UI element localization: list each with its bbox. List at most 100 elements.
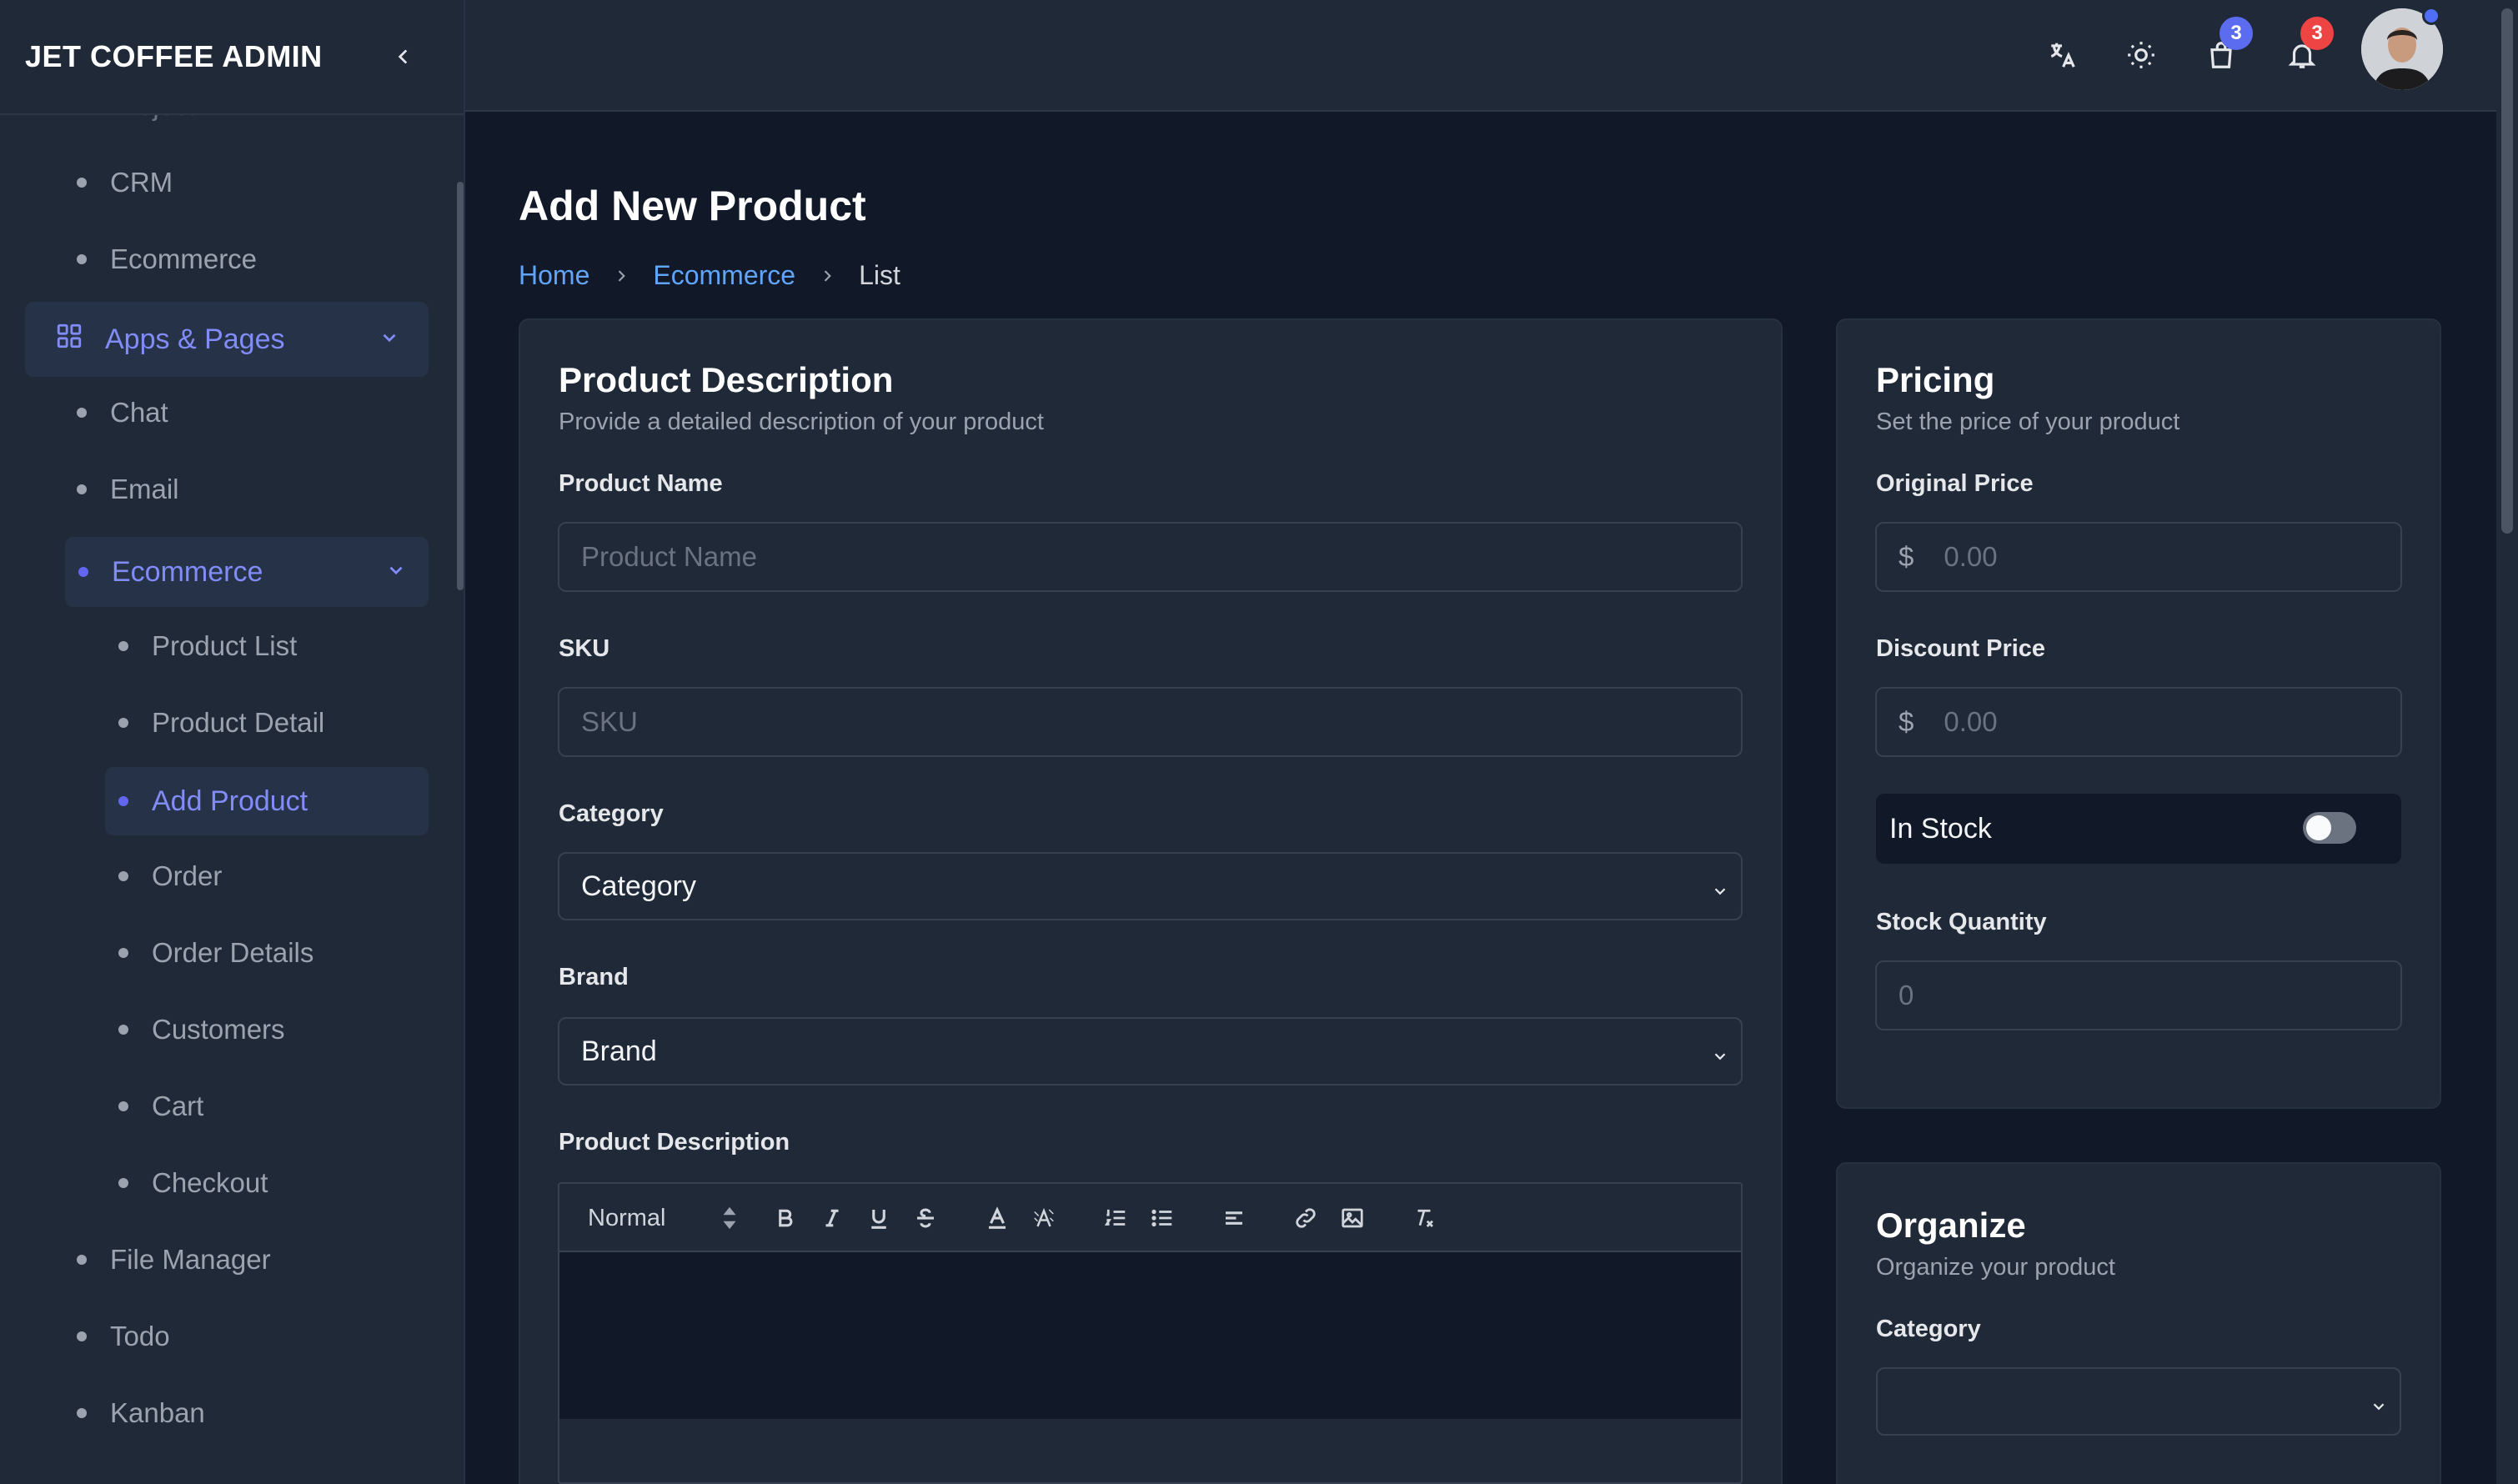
sidebar-item-label: Chat [110, 397, 168, 428]
bullet-icon [118, 1101, 128, 1111]
sidebar-item-todo[interactable]: Todo [77, 1321, 170, 1352]
sidebar-item-checkout[interactable]: Checkout [118, 1167, 268, 1199]
align-left-icon [1226, 1211, 1242, 1225]
text-color-button[interactable] [981, 1202, 1013, 1234]
sidebar-item-cart[interactable]: Cart [118, 1090, 203, 1122]
sidebar-item-label: Add Product [152, 785, 308, 817]
chevron-left-icon [398, 49, 408, 64]
clear-formatting-button[interactable] [1408, 1202, 1440, 1234]
align-button[interactable] [1218, 1202, 1250, 1234]
sidebar-item-order[interactable]: Order [118, 860, 222, 892]
sidebar-item-label: Cart [152, 1090, 204, 1121]
sidebar-item-label: Product Detail [152, 707, 325, 738]
sidebar-item-add-product[interactable]: Add Product [105, 767, 429, 835]
highlight-icon [1034, 1207, 1054, 1227]
topbar [465, 0, 2496, 112]
card-title: Organize [1876, 1206, 2026, 1245]
up-down-arrows-icon [721, 1206, 738, 1237]
sidebar-scrollbar[interactable] [457, 182, 464, 590]
card-subtitle: Provide a detailed description of your p… [559, 409, 1044, 435]
stock-quantity-input[interactable]: 0 [1875, 960, 2402, 1030]
bullet-icon [78, 567, 88, 577]
sidebar-item-label: Kanban [110, 1397, 205, 1428]
clear-format-icon [1417, 1209, 1433, 1227]
organize-category-select[interactable] [1876, 1367, 2401, 1436]
card-title: Pricing [1876, 360, 1995, 399]
in-stock-label: In Stock [1889, 812, 1992, 845]
page-scrollbar[interactable] [2501, 8, 2513, 534]
sidebar-item-product-list[interactable]: Product List [118, 630, 297, 662]
bold-button[interactable] [770, 1202, 801, 1234]
notification-badge: 3 [2300, 17, 2334, 50]
sidebar-item-product-detail[interactable]: Product Detail [118, 707, 324, 739]
bullet-list-button[interactable] [1146, 1202, 1178, 1234]
in-stock-toggle[interactable] [2303, 812, 2356, 844]
sidebar-item-ecommerce[interactable]: Ecommerce [65, 537, 429, 607]
strikethrough-button[interactable] [910, 1202, 941, 1234]
sidebar-item-kanban[interactable]: Kanban [77, 1397, 205, 1429]
translate-button[interactable] [2039, 32, 2085, 78]
underline-button[interactable] [863, 1202, 895, 1234]
bullet-icon [77, 1255, 87, 1265]
sku-input[interactable]: SKU [558, 687, 1743, 757]
sidebar-item-label: Customers [152, 1014, 285, 1045]
notifications-button[interactable]: 3 [2279, 17, 2334, 78]
category-label: Category [559, 800, 664, 827]
theme-toggle-button[interactable] [2118, 32, 2164, 78]
sidebar-item-customers[interactable]: Customers [118, 1014, 285, 1045]
background-color-button[interactable] [1028, 1202, 1060, 1234]
ordered-list-button[interactable] [1100, 1202, 1131, 1234]
breadcrumb-home-link[interactable]: Home [519, 260, 589, 291]
product-name-input[interactable]: Product Name [558, 522, 1743, 592]
input-placeholder: Product Name [581, 541, 757, 572]
select-value: Brand [581, 1035, 657, 1067]
editor-toolbar: Normal [559, 1184, 1741, 1252]
input-placeholder: 0.00 [1944, 706, 1998, 737]
image-button[interactable] [1337, 1202, 1368, 1234]
underline-icon [871, 1210, 886, 1229]
bullet-icon [77, 178, 87, 188]
sidebar-item-crm[interactable]: CRM [77, 167, 173, 198]
category-select[interactable]: Category [558, 852, 1743, 920]
sidebar-group-apps-pages[interactable]: Apps & Pages [25, 302, 429, 377]
text-size-select[interactable]: Normal [588, 1199, 738, 1237]
discount-price-input[interactable]: $ 0.00 [1875, 687, 2402, 757]
text-color-icon [989, 1206, 1006, 1229]
sidebar-item-label: Order Details [152, 937, 314, 968]
sidebar-group-label: Apps & Pages [105, 323, 285, 355]
collapse-sidebar-button[interactable] [387, 40, 420, 73]
original-price-input[interactable]: $ 0.00 [1875, 522, 2402, 592]
bullet-icon [77, 408, 87, 418]
chevron-right-icon [819, 268, 835, 284]
apps-grid-icon [55, 322, 83, 358]
input-placeholder: 0.00 [1944, 541, 1998, 572]
input-placeholder: 0 [1899, 980, 1914, 1010]
bullet-icon [118, 871, 128, 881]
organize-category-label: Category [1876, 1316, 1981, 1342]
input-placeholder: SKU [581, 706, 638, 737]
sidebar-item-file-manager[interactable]: File Manager [77, 1244, 271, 1276]
currency-prefix: $ [1899, 541, 1914, 572]
bold-icon [779, 1209, 793, 1227]
in-stock-row: In Stock [1876, 794, 2401, 864]
brand-select[interactable]: Brand [558, 1017, 1743, 1085]
bullet-icon [77, 484, 87, 494]
chevron-down-icon [1711, 1040, 1729, 1073]
original-price-label: Original Price [1876, 470, 2034, 497]
link-button[interactable] [1290, 1202, 1322, 1234]
sidebar: Project CRM Ecommerce Apps & Pages Chat … [0, 0, 465, 1484]
stock-quantity-label: Stock Quantity [1876, 909, 2047, 935]
bullet-icon [77, 254, 87, 264]
sidebar-item-order-details[interactable]: Order Details [118, 937, 313, 969]
sidebar-item-ecommerce-dashboard[interactable]: Ecommerce [77, 243, 257, 275]
breadcrumb-ecommerce-link[interactable]: Ecommerce [653, 260, 795, 291]
sidebar-item-label: Checkout [152, 1167, 268, 1198]
toggle-knob [2306, 815, 2331, 840]
bullet-icon [77, 1408, 87, 1418]
sidebar-item-chat[interactable]: Chat [77, 397, 168, 429]
sidebar-item-email[interactable]: Email [77, 474, 179, 505]
cart-button[interactable]: 3 [2198, 17, 2253, 78]
italic-button[interactable] [816, 1202, 848, 1234]
editor-content[interactable] [559, 1252, 1741, 1419]
link-icon [1296, 1208, 1316, 1228]
